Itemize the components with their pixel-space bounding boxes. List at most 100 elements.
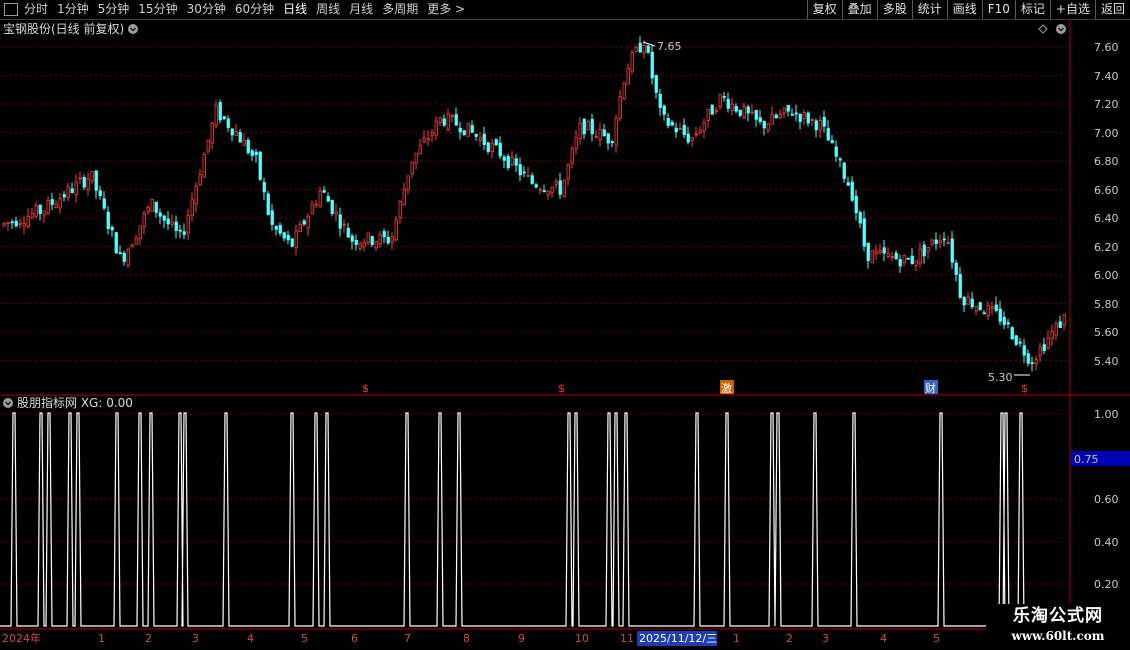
candle-body <box>486 142 490 152</box>
candle-body <box>622 82 626 99</box>
candle-body <box>138 225 142 239</box>
period-tab-weekly[interactable]: 周线 <box>316 0 340 19</box>
candle-body <box>1006 322 1010 325</box>
indicator-title: 股朋指标网 XG: 0.00 <box>17 395 133 410</box>
f10-button[interactable]: F10 <box>981 0 1015 19</box>
candle-body <box>114 232 118 254</box>
back-button[interactable]: 返回 <box>1094 0 1130 19</box>
candle-body <box>78 177 82 180</box>
dividend-marker[interactable]: $ <box>362 382 369 395</box>
title-dropdown-icon[interactable] <box>128 24 138 34</box>
candle-body <box>582 118 586 135</box>
date-axis: 2024年 1 2 3 4 5 6 7 8 9 10 11 2025/11/12… <box>2 631 940 646</box>
candle-body <box>378 234 382 244</box>
candle-body <box>430 131 434 136</box>
candle-body <box>1022 345 1026 356</box>
candle-body <box>854 195 858 214</box>
candle-body <box>494 139 498 146</box>
period-tab-more[interactable]: 更多 > <box>427 0 465 19</box>
price-tick: 6.20 <box>1094 241 1119 254</box>
candle-body <box>942 238 946 241</box>
price-tick: 7.20 <box>1094 98 1119 111</box>
candle-body <box>282 232 286 239</box>
dividend-marker[interactable]: $ <box>558 382 565 395</box>
indicator-tick: 0.60 <box>1094 493 1119 506</box>
candle-body <box>18 222 22 225</box>
candle-body <box>1014 335 1018 345</box>
chart-area[interactable]: 7.60 7.40 7.20 7.00 6.80 6.60 6.40 6.20 … <box>0 20 1130 650</box>
candle-body <box>690 137 694 141</box>
candle-body <box>758 117 762 122</box>
price-grid <box>0 46 1070 361</box>
candle-body <box>914 260 918 266</box>
period-tab-1min[interactable]: 1分钟 <box>57 0 89 19</box>
period-tab-intraday[interactable]: 分时 <box>24 0 48 19</box>
price-tick: 6.80 <box>1094 155 1119 168</box>
panel-menu-icon[interactable] <box>1056 24 1066 34</box>
chart-title: 宝钢股份(日线 前复权) <box>3 21 124 36</box>
candle-body <box>634 46 638 52</box>
candle-body <box>50 199 54 205</box>
candle-body <box>70 188 74 193</box>
candle-body <box>650 51 654 79</box>
candle-body <box>638 42 642 53</box>
draw-line-button[interactable]: 画线 <box>946 0 982 19</box>
finance-marker-label: 财 <box>925 381 936 395</box>
candle-body <box>806 112 810 124</box>
candle-body <box>426 137 430 141</box>
candle-body <box>230 128 234 136</box>
period-tab-30min[interactable]: 30分钟 <box>187 0 226 19</box>
candle-body <box>386 236 390 244</box>
candle-body <box>242 140 246 146</box>
add-watchlist-button[interactable]: +自选 <box>1049 0 1095 19</box>
candle-body <box>374 241 378 249</box>
candle-body <box>1058 321 1062 328</box>
cursor-date: 2025/11/12/三 <box>639 632 717 645</box>
period-tab-15min[interactable]: 15分钟 <box>138 0 177 19</box>
candle-body <box>894 252 898 260</box>
period-tab-multi[interactable]: 多周期 <box>382 0 418 19</box>
candle-body <box>306 215 310 229</box>
candle-body <box>830 140 834 144</box>
candle-body <box>254 151 258 156</box>
multi-stock-button[interactable]: 多股 <box>876 0 912 19</box>
candle-body <box>522 171 526 174</box>
period-tab-5min[interactable]: 5分钟 <box>98 0 130 19</box>
period-tab-60min[interactable]: 60分钟 <box>235 0 274 19</box>
candle-body <box>586 121 590 131</box>
candle-body <box>438 117 442 123</box>
candle-body <box>734 105 738 112</box>
candle-body <box>730 103 734 111</box>
candle-body <box>362 242 366 248</box>
diamond-icon[interactable] <box>1038 24 1048 34</box>
candle-body <box>770 113 774 125</box>
adjust-button[interactable]: 复权 <box>806 0 842 19</box>
period-tab-daily[interactable]: 日线 <box>283 0 307 19</box>
price-tick: 5.40 <box>1094 355 1119 368</box>
candle-body <box>978 302 982 310</box>
date-label: 2 <box>145 632 152 645</box>
price-axis: 7.60 7.40 7.20 7.00 6.80 6.60 6.40 6.20 … <box>1094 41 1119 368</box>
dividend-marker[interactable]: $ <box>1021 382 1028 395</box>
candle-body <box>422 137 426 142</box>
mark-button[interactable]: 标记 <box>1014 0 1050 19</box>
menu-icon[interactable] <box>4 3 18 16</box>
candle-body <box>754 109 758 120</box>
candle-body <box>270 210 274 225</box>
candle-body <box>286 234 290 241</box>
candle-body <box>694 133 698 136</box>
candle-body <box>258 151 262 180</box>
statistics-button[interactable]: 统计 <box>911 0 947 19</box>
period-tab-monthly[interactable]: 月线 <box>349 0 373 19</box>
candle-body <box>658 93 662 108</box>
overlay-button[interactable]: 叠加 <box>841 0 877 19</box>
candle-body <box>882 247 886 254</box>
candle-body <box>46 200 50 214</box>
indicator-menu-icon[interactable] <box>3 398 13 408</box>
candle-body <box>110 226 114 231</box>
candle-body <box>810 119 814 121</box>
candle-body <box>250 150 254 156</box>
candle-body <box>970 298 974 308</box>
candle-body <box>610 141 614 143</box>
candle-body <box>1002 316 1006 325</box>
